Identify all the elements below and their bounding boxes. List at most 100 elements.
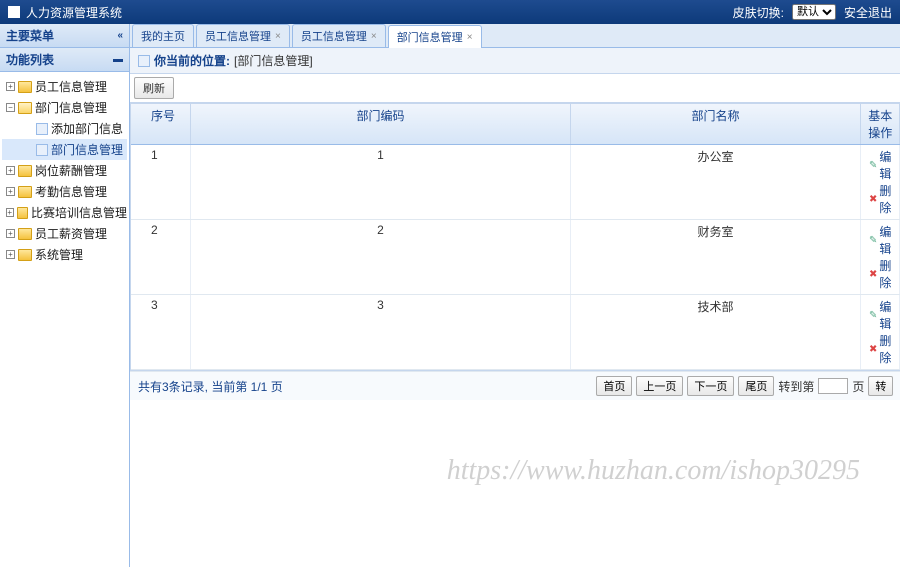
pager-last-button[interactable]: 尾页 bbox=[738, 376, 774, 396]
tree-node[interactable]: + 考勤信息管理 bbox=[2, 181, 127, 202]
plus-icon[interactable]: + bbox=[6, 166, 15, 175]
breadcrumb-label: 你当前的位置: bbox=[154, 52, 230, 69]
tree-label: 比赛培训信息管理 bbox=[31, 204, 127, 221]
main-content: 我的主页员工信息管理×员工信息管理×部门信息管理× 你当前的位置: [部门信息管… bbox=[130, 24, 900, 567]
cell-seq: 2 bbox=[131, 220, 191, 294]
cell-name: 技术部 bbox=[571, 295, 861, 369]
tab[interactable]: 员工信息管理 × bbox=[196, 24, 290, 47]
tree-label: 员工信息管理 bbox=[35, 78, 107, 95]
edit-icon: ✎ bbox=[869, 310, 877, 321]
skin-select[interactable]: 默认 bbox=[792, 4, 836, 20]
edit-link[interactable]: ✎编辑 bbox=[869, 148, 891, 182]
tab[interactable]: 部门信息管理 × bbox=[388, 25, 482, 48]
folder-icon bbox=[18, 249, 32, 261]
plus-icon[interactable]: + bbox=[6, 229, 15, 238]
breadcrumb-path: [部门信息管理] bbox=[234, 52, 313, 69]
close-icon[interactable]: × bbox=[467, 32, 473, 43]
folder-icon bbox=[18, 228, 32, 240]
pager-first-button[interactable]: 首页 bbox=[596, 376, 632, 396]
sidebar: 主要菜单 « 功能列表 ▬ +员工信息管理−部门信息管理添加部门信息部门信息管理… bbox=[0, 24, 130, 567]
plus-icon[interactable]: + bbox=[6, 208, 14, 217]
tab-label: 部门信息管理 bbox=[397, 29, 463, 45]
tree-child-node[interactable]: 添加部门信息 bbox=[2, 118, 127, 139]
cell-seq: 1 bbox=[131, 145, 191, 219]
plus-icon[interactable]: + bbox=[6, 82, 15, 91]
tree-child-node[interactable]: 部门信息管理 bbox=[2, 139, 127, 160]
tree-label: 系统管理 bbox=[35, 246, 83, 263]
edit-link[interactable]: ✎编辑 bbox=[869, 298, 891, 332]
tree-node[interactable]: + 比赛培训信息管理 bbox=[2, 202, 127, 223]
pager-info: 共有3条记录, 当前第 1/1 页 bbox=[138, 378, 283, 395]
tree-node[interactable]: + 系统管理 bbox=[2, 244, 127, 265]
col-header-seq[interactable]: 序号 bbox=[131, 104, 191, 144]
tree-label: 员工薪资管理 bbox=[35, 225, 107, 242]
collapse-left-icon[interactable]: « bbox=[117, 30, 123, 41]
folder-icon bbox=[18, 165, 32, 177]
leaf-icon bbox=[36, 123, 48, 135]
pager-prev-button[interactable]: 上一页 bbox=[636, 376, 683, 396]
edit-icon: ✎ bbox=[869, 235, 877, 246]
breadcrumb-icon bbox=[138, 55, 150, 67]
app-title: 人力资源管理系统 bbox=[26, 4, 122, 21]
table-row: 2 2 财务室 ✎编辑 ✖删除 bbox=[131, 220, 900, 295]
toolbar: 刷新 bbox=[130, 74, 900, 103]
plus-icon[interactable]: + bbox=[6, 250, 15, 259]
table-row: 3 3 技术部 ✎编辑 ✖删除 bbox=[131, 295, 900, 370]
cell-code: 2 bbox=[191, 220, 571, 294]
delete-link[interactable]: ✖删除 bbox=[869, 257, 891, 291]
skin-label: 皮肤切换: bbox=[733, 4, 784, 21]
delete-icon: ✖ bbox=[869, 269, 877, 280]
folder-icon bbox=[17, 207, 28, 219]
tab[interactable]: 我的主页 bbox=[132, 24, 194, 47]
delete-icon: ✖ bbox=[869, 344, 877, 355]
col-header-code[interactable]: 部门编码 bbox=[191, 104, 571, 144]
tab-label: 员工信息管理 bbox=[301, 28, 367, 44]
folder-icon bbox=[18, 81, 32, 93]
edit-icon: ✎ bbox=[869, 160, 877, 171]
refresh-button[interactable]: 刷新 bbox=[134, 77, 174, 99]
tab-bar: 我的主页员工信息管理×员工信息管理×部门信息管理× bbox=[130, 24, 900, 48]
tree-node[interactable]: + 员工薪资管理 bbox=[2, 223, 127, 244]
pager-next-button[interactable]: 下一页 bbox=[687, 376, 734, 396]
nav-tree: +员工信息管理−部门信息管理添加部门信息部门信息管理+岗位薪酬管理+考勤信息管理… bbox=[0, 72, 129, 567]
cell-seq: 3 bbox=[131, 295, 191, 369]
leaf-icon bbox=[36, 144, 48, 156]
cell-name: 办公室 bbox=[571, 145, 861, 219]
tree-node[interactable]: + 员工信息管理 bbox=[2, 76, 127, 97]
pager-go-button[interactable]: 转 bbox=[868, 376, 893, 396]
delete-link[interactable]: ✖删除 bbox=[869, 332, 891, 366]
close-icon[interactable]: × bbox=[275, 31, 281, 42]
cell-ops: ✎编辑 ✖删除 bbox=[861, 295, 900, 369]
tree-label: 部门信息管理 bbox=[35, 99, 107, 116]
breadcrumb: 你当前的位置: [部门信息管理] bbox=[130, 48, 900, 74]
tree-node[interactable]: − 部门信息管理 bbox=[2, 97, 127, 118]
delete-link[interactable]: ✖删除 bbox=[869, 182, 891, 216]
collapse-up-icon[interactable]: ▬ bbox=[113, 54, 123, 65]
tree-node[interactable]: +岗位薪酬管理 bbox=[2, 160, 127, 181]
main-menu-title: 主要菜单 bbox=[6, 27, 54, 44]
pager-goto-label: 转到第 bbox=[778, 378, 814, 395]
minus-icon[interactable]: − bbox=[6, 103, 15, 112]
plus-icon[interactable]: + bbox=[6, 187, 15, 196]
tree-spacer bbox=[24, 124, 33, 133]
folder-icon bbox=[18, 186, 32, 198]
cell-ops: ✎编辑 ✖删除 bbox=[861, 145, 900, 219]
pager-page-unit: 页 bbox=[852, 378, 864, 395]
cell-name: 财务室 bbox=[571, 220, 861, 294]
col-header-name[interactable]: 部门名称 bbox=[571, 104, 861, 144]
data-grid: 序号 部门编码 部门名称 基本操作 1 1 办公室 ✎编辑 ✖删除 2 2 财务… bbox=[130, 103, 900, 371]
function-list-header[interactable]: 功能列表 ▬ bbox=[0, 48, 129, 72]
table-row: 1 1 办公室 ✎编辑 ✖删除 bbox=[131, 145, 900, 220]
folder-icon bbox=[18, 102, 32, 114]
cell-code: 1 bbox=[191, 145, 571, 219]
close-icon[interactable]: × bbox=[371, 31, 377, 42]
tree-label: 部门信息管理 bbox=[51, 141, 123, 158]
edit-link[interactable]: ✎编辑 bbox=[869, 223, 891, 257]
tab[interactable]: 员工信息管理 × bbox=[292, 24, 386, 47]
col-header-ops[interactable]: 基本操作 bbox=[861, 104, 900, 144]
tree-label: 考勤信息管理 bbox=[35, 183, 107, 200]
pager-goto-input[interactable] bbox=[818, 378, 848, 394]
logout-link[interactable]: 安全退出 bbox=[844, 4, 892, 21]
grid-header: 序号 部门编码 部门名称 基本操作 bbox=[131, 104, 900, 145]
tab-label: 员工信息管理 bbox=[205, 28, 271, 44]
